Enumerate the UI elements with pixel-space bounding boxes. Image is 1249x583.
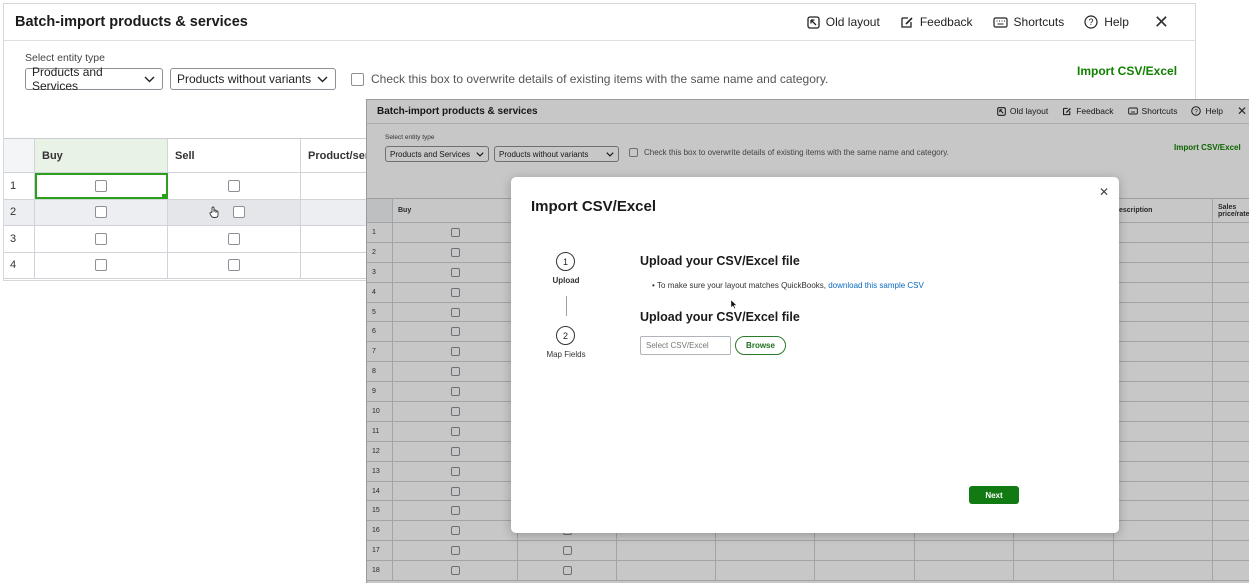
step-1-label: Upload [552, 276, 580, 285]
sample-csv-note: • To make sure your layout matches Quick… [652, 281, 924, 290]
variant-select[interactable]: Products without variants [170, 68, 336, 90]
buy-cell[interactable] [35, 252, 168, 278]
browse-button[interactable]: Browse [735, 336, 786, 355]
grid-header-row: Buy Sell Product/servi [4, 139, 381, 173]
fill-handle[interactable] [162, 193, 167, 199]
row-number: 4 [4, 252, 35, 278]
chevron-down-icon [144, 76, 155, 83]
header-actions: Old layout Feedback Shortcuts ? Help ✕ [787, 12, 1169, 32]
table-row: 1 [4, 173, 381, 200]
download-sample-csv-link[interactable]: download this sample CSV [828, 281, 924, 290]
feedback-label: Feedback [919, 15, 973, 29]
table-row: 4 [4, 252, 381, 279]
variant-value: Products without variants [177, 72, 312, 86]
step-2-indicator: 2 [556, 326, 575, 345]
old-layout-button[interactable]: Old layout [807, 15, 880, 29]
step-1-indicator: 1 [556, 252, 575, 271]
feedback-icon [900, 16, 914, 29]
row-number: 1 [4, 173, 35, 199]
shortcuts-label: Shortcuts [1013, 15, 1065, 29]
column-header-sell[interactable]: Sell [168, 139, 301, 172]
sell-cell[interactable] [168, 226, 301, 252]
sell-checkbox[interactable] [233, 206, 245, 219]
buy-checkbox[interactable] [95, 232, 107, 245]
shortcuts-button[interactable]: Shortcuts [992, 15, 1065, 29]
close-icon[interactable]: ✕ [1099, 185, 1109, 199]
table-row: 2 [4, 199, 381, 226]
chevron-down-icon [317, 76, 328, 83]
row-number: 2 [4, 199, 35, 225]
import-csv-link[interactable]: Import CSV/Excel [1077, 64, 1177, 78]
old-layout-icon [807, 15, 820, 29]
help-label: Help [1104, 15, 1129, 29]
sell-cell[interactable] [168, 199, 301, 225]
buy-cell[interactable] [35, 173, 168, 199]
next-button[interactable]: Next [969, 486, 1019, 504]
file-select-input[interactable]: Select CSV/Excel [640, 336, 731, 355]
sell-checkbox[interactable] [228, 232, 240, 245]
hand-cursor-icon [209, 206, 219, 219]
row-number: 3 [4, 226, 35, 252]
buy-checkbox[interactable] [95, 179, 107, 192]
upload-file-heading: Upload your CSV/Excel file [640, 310, 800, 324]
import-csv-dialog: Import CSV/Excel ✕ 1 Upload 2 Map Fields… [511, 177, 1119, 533]
sell-cell[interactable] [168, 173, 301, 199]
feedback-button[interactable]: Feedback [900, 15, 973, 29]
items-grid: Buy Sell Product/servi 1 2 3 4 [4, 138, 381, 279]
buy-cell[interactable] [35, 226, 168, 252]
help-icon: ? [1084, 15, 1098, 29]
sell-cell[interactable] [168, 252, 301, 278]
window-header: Batch-import products & services Old lay… [4, 4, 1195, 41]
entity-type-value: Products and Services [32, 65, 103, 93]
mouse-pointer-icon [731, 300, 737, 309]
upload-heading: Upload your CSV/Excel file [640, 254, 800, 268]
overwrite-option: Check this box to overwrite details of e… [351, 72, 828, 86]
entity-type-label: Select entity type [25, 52, 105, 64]
page-title: Batch-import products & services [15, 14, 248, 30]
step-connector [566, 296, 567, 316]
sell-checkbox[interactable] [228, 259, 240, 272]
svg-text:?: ? [1089, 17, 1094, 27]
close-icon[interactable]: ✕ [1154, 13, 1169, 31]
sell-checkbox[interactable] [228, 179, 240, 192]
overwrite-label: Check this box to overwrite details of e… [371, 72, 829, 86]
buy-checkbox[interactable] [95, 259, 107, 272]
overwrite-checkbox[interactable] [351, 72, 364, 86]
dialog-title: Import CSV/Excel [531, 198, 657, 215]
help-button[interactable]: ? Help [1084, 15, 1129, 29]
entity-type-select[interactable]: Products and Services [25, 65, 163, 93]
buy-cell[interactable] [35, 199, 168, 225]
row-number-header [4, 139, 35, 172]
step-2-label: Map Fields [546, 350, 586, 359]
sample-csv-text: To make sure your layout matches QuickBo… [657, 281, 826, 290]
keyboard-icon [992, 16, 1008, 28]
buy-checkbox[interactable] [95, 206, 107, 219]
column-header-buy[interactable]: Buy [35, 139, 168, 172]
table-row: 3 [4, 226, 381, 253]
old-layout-label: Old layout [825, 15, 880, 29]
